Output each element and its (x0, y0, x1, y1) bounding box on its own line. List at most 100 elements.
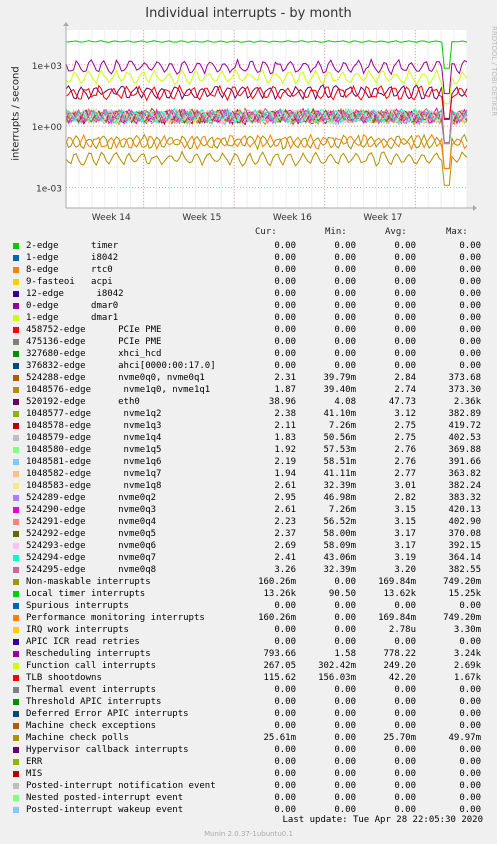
legend-value: 364.14 (448, 553, 481, 563)
legend-series-name: Posted-interrupt notification event (26, 781, 216, 791)
legend-value: 249.20 (383, 661, 416, 671)
legend-value: 47.73 (388, 397, 416, 407)
legend-swatch (13, 723, 19, 729)
legend-row: 520192-edge eth0 38.96 4.08 47.73 2.36k (10, 396, 497, 408)
legend-series-name: 520192-edge eth0 (26, 397, 140, 407)
legend-swatch (13, 519, 19, 525)
legend-value: 0.00 (459, 601, 481, 611)
legend-row: 524289-edge nvme0q2 2.95 46.98m 2.82 383.32 (10, 492, 497, 504)
legend-value: 0.00 (274, 757, 296, 767)
legend-value: 0.00 (334, 301, 356, 311)
legend-row: 475136-edge PCIe PME 0.00 0.00 0.00 0.00 (10, 336, 497, 348)
legend-value: 2.31 (274, 373, 296, 383)
legend-value: 2.84 (394, 373, 416, 383)
legend-value: 267.05 (263, 661, 296, 671)
legend-value: 0.00 (394, 721, 416, 731)
legend-swatch (13, 495, 19, 501)
legend-value: 0.00 (459, 241, 481, 251)
legend-value: 302.42m (318, 661, 356, 671)
legend-value: 0.00 (274, 709, 296, 719)
legend-value: 41.10m (323, 409, 356, 419)
legend-value: 0.00 (394, 697, 416, 707)
x-tick-label: Week 16 (273, 213, 312, 220)
legend-value: 90.50 (328, 589, 356, 599)
legend-series-name: 0-edge dmar0 (26, 301, 119, 311)
legend-swatch (13, 711, 19, 717)
legend-value: 0.00 (274, 601, 296, 611)
legend-value: 3.12 (394, 409, 416, 419)
legend-value: 32.39m (323, 565, 356, 575)
legend-value: 2.82 (394, 493, 416, 503)
legend-row: 1-edge dmar1 0.00 0.00 0.00 0.00 (10, 312, 497, 324)
legend-series-name: 327680-edge xhci_hcd (26, 349, 162, 359)
legend-value: 39.79m (323, 373, 356, 383)
legend-series-name: 524294-edge nvme0q7 (26, 553, 157, 563)
legend-value: 2.19 (274, 457, 296, 467)
legend-value: 383.32 (448, 493, 481, 503)
legend-swatch (13, 735, 19, 741)
legend-series-name: Function call interrupts (26, 661, 157, 671)
legend-value: 2.78u (388, 625, 416, 635)
legend-value: 0.00 (274, 253, 296, 263)
legend-swatch (13, 579, 19, 585)
legend-row: Function call interrupts 267.05 302.42m 249… (10, 660, 497, 672)
legend-value: 0.00 (274, 781, 296, 791)
legend-value: 3.20 (394, 565, 416, 575)
legend-swatch (13, 555, 19, 561)
legend-swatch (13, 459, 19, 465)
legend-value: 0.00 (334, 721, 356, 731)
legend-value: 0.00 (459, 697, 481, 707)
legend-value: 0.00 (274, 325, 296, 335)
legend-series-name: 8-edge rtc0 (26, 265, 113, 275)
legend-value: 0.00 (394, 601, 416, 611)
legend-value: 0.00 (334, 745, 356, 755)
legend-value: 2.75 (394, 433, 416, 443)
legend-swatch (13, 639, 19, 645)
legend-value: 3.15 (394, 505, 416, 515)
legend-value: 0.00 (274, 349, 296, 359)
legend-value: 0.00 (274, 769, 296, 779)
legend-value: 32.39m (323, 481, 356, 491)
legend-series-name: 1-edge dmar1 (26, 313, 119, 323)
legend-value: 0.00 (334, 613, 356, 623)
legend-series-name: IRQ work interrupts (26, 625, 129, 635)
legend-row: 327680-edge xhci_hcd 0.00 0.00 0.00 0.00 (10, 348, 497, 360)
legend-value: 373.30 (448, 385, 481, 395)
legend-value: 2.38 (274, 409, 296, 419)
legend-row: 524295-edge nvme0q8 3.26 32.39m 3.20 382.55 (10, 564, 497, 576)
legend-row: 1048578-edge nvme1q3 2.11 7.26m 2.75 419.72 (10, 420, 497, 432)
legend-value: 2.75 (394, 421, 416, 431)
legend-row: Thermal event interrupts 0.00 0.00 0.00 0.00 (10, 684, 497, 696)
legend-series-name: Posted-interrupt wakeup event (26, 805, 184, 815)
legend-series-name: 2-edge timer (26, 241, 119, 251)
legend-row: Threshold APIC interrupts 0.00 0.00 0.00 0.0… (10, 696, 497, 708)
legend-value: 382.24 (448, 481, 481, 491)
legend-value: 370.08 (448, 529, 481, 539)
legend-value: 0.00 (334, 313, 356, 323)
footer: Munin 2.0.37-1ubuntu0.1 (204, 830, 293, 838)
legend-value: 0.00 (274, 313, 296, 323)
legend-value: 0.00 (394, 241, 416, 251)
legend-swatch (13, 507, 19, 513)
legend-swatch (13, 759, 19, 765)
legend-value: 38.96 (268, 397, 296, 407)
legend-value: 0.00 (274, 361, 296, 371)
legend-value: 13.62k (383, 589, 416, 599)
legend-value: 778.22 (383, 649, 416, 659)
legend-value: 0.00 (334, 265, 356, 275)
legend-value: 0.00 (459, 301, 481, 311)
legend-value: 0.00 (274, 265, 296, 275)
col-min: Min: (325, 227, 347, 237)
legend-swatch (13, 795, 19, 801)
legend-series-name: 1048577-edge nvme1q2 (26, 409, 162, 419)
legend-value: 160.26m (258, 613, 296, 623)
legend-value: 0.00 (394, 685, 416, 695)
legend-value: 0.00 (334, 289, 356, 299)
legend-value: 0.00 (334, 709, 356, 719)
legend-row: 1048581-edge nvme1q6 2.19 58.51m 2.76 391.66 (10, 456, 497, 468)
legend-value: 2.76 (394, 457, 416, 467)
legend-value: 0.00 (334, 601, 356, 611)
legend-row: 1048576-edge nvme1q0, nvme1q1 1.87 39.40m 2… (10, 384, 497, 396)
legend-series-name: Nested posted-interrupt event (26, 793, 184, 803)
legend-value: 0.00 (394, 337, 416, 347)
